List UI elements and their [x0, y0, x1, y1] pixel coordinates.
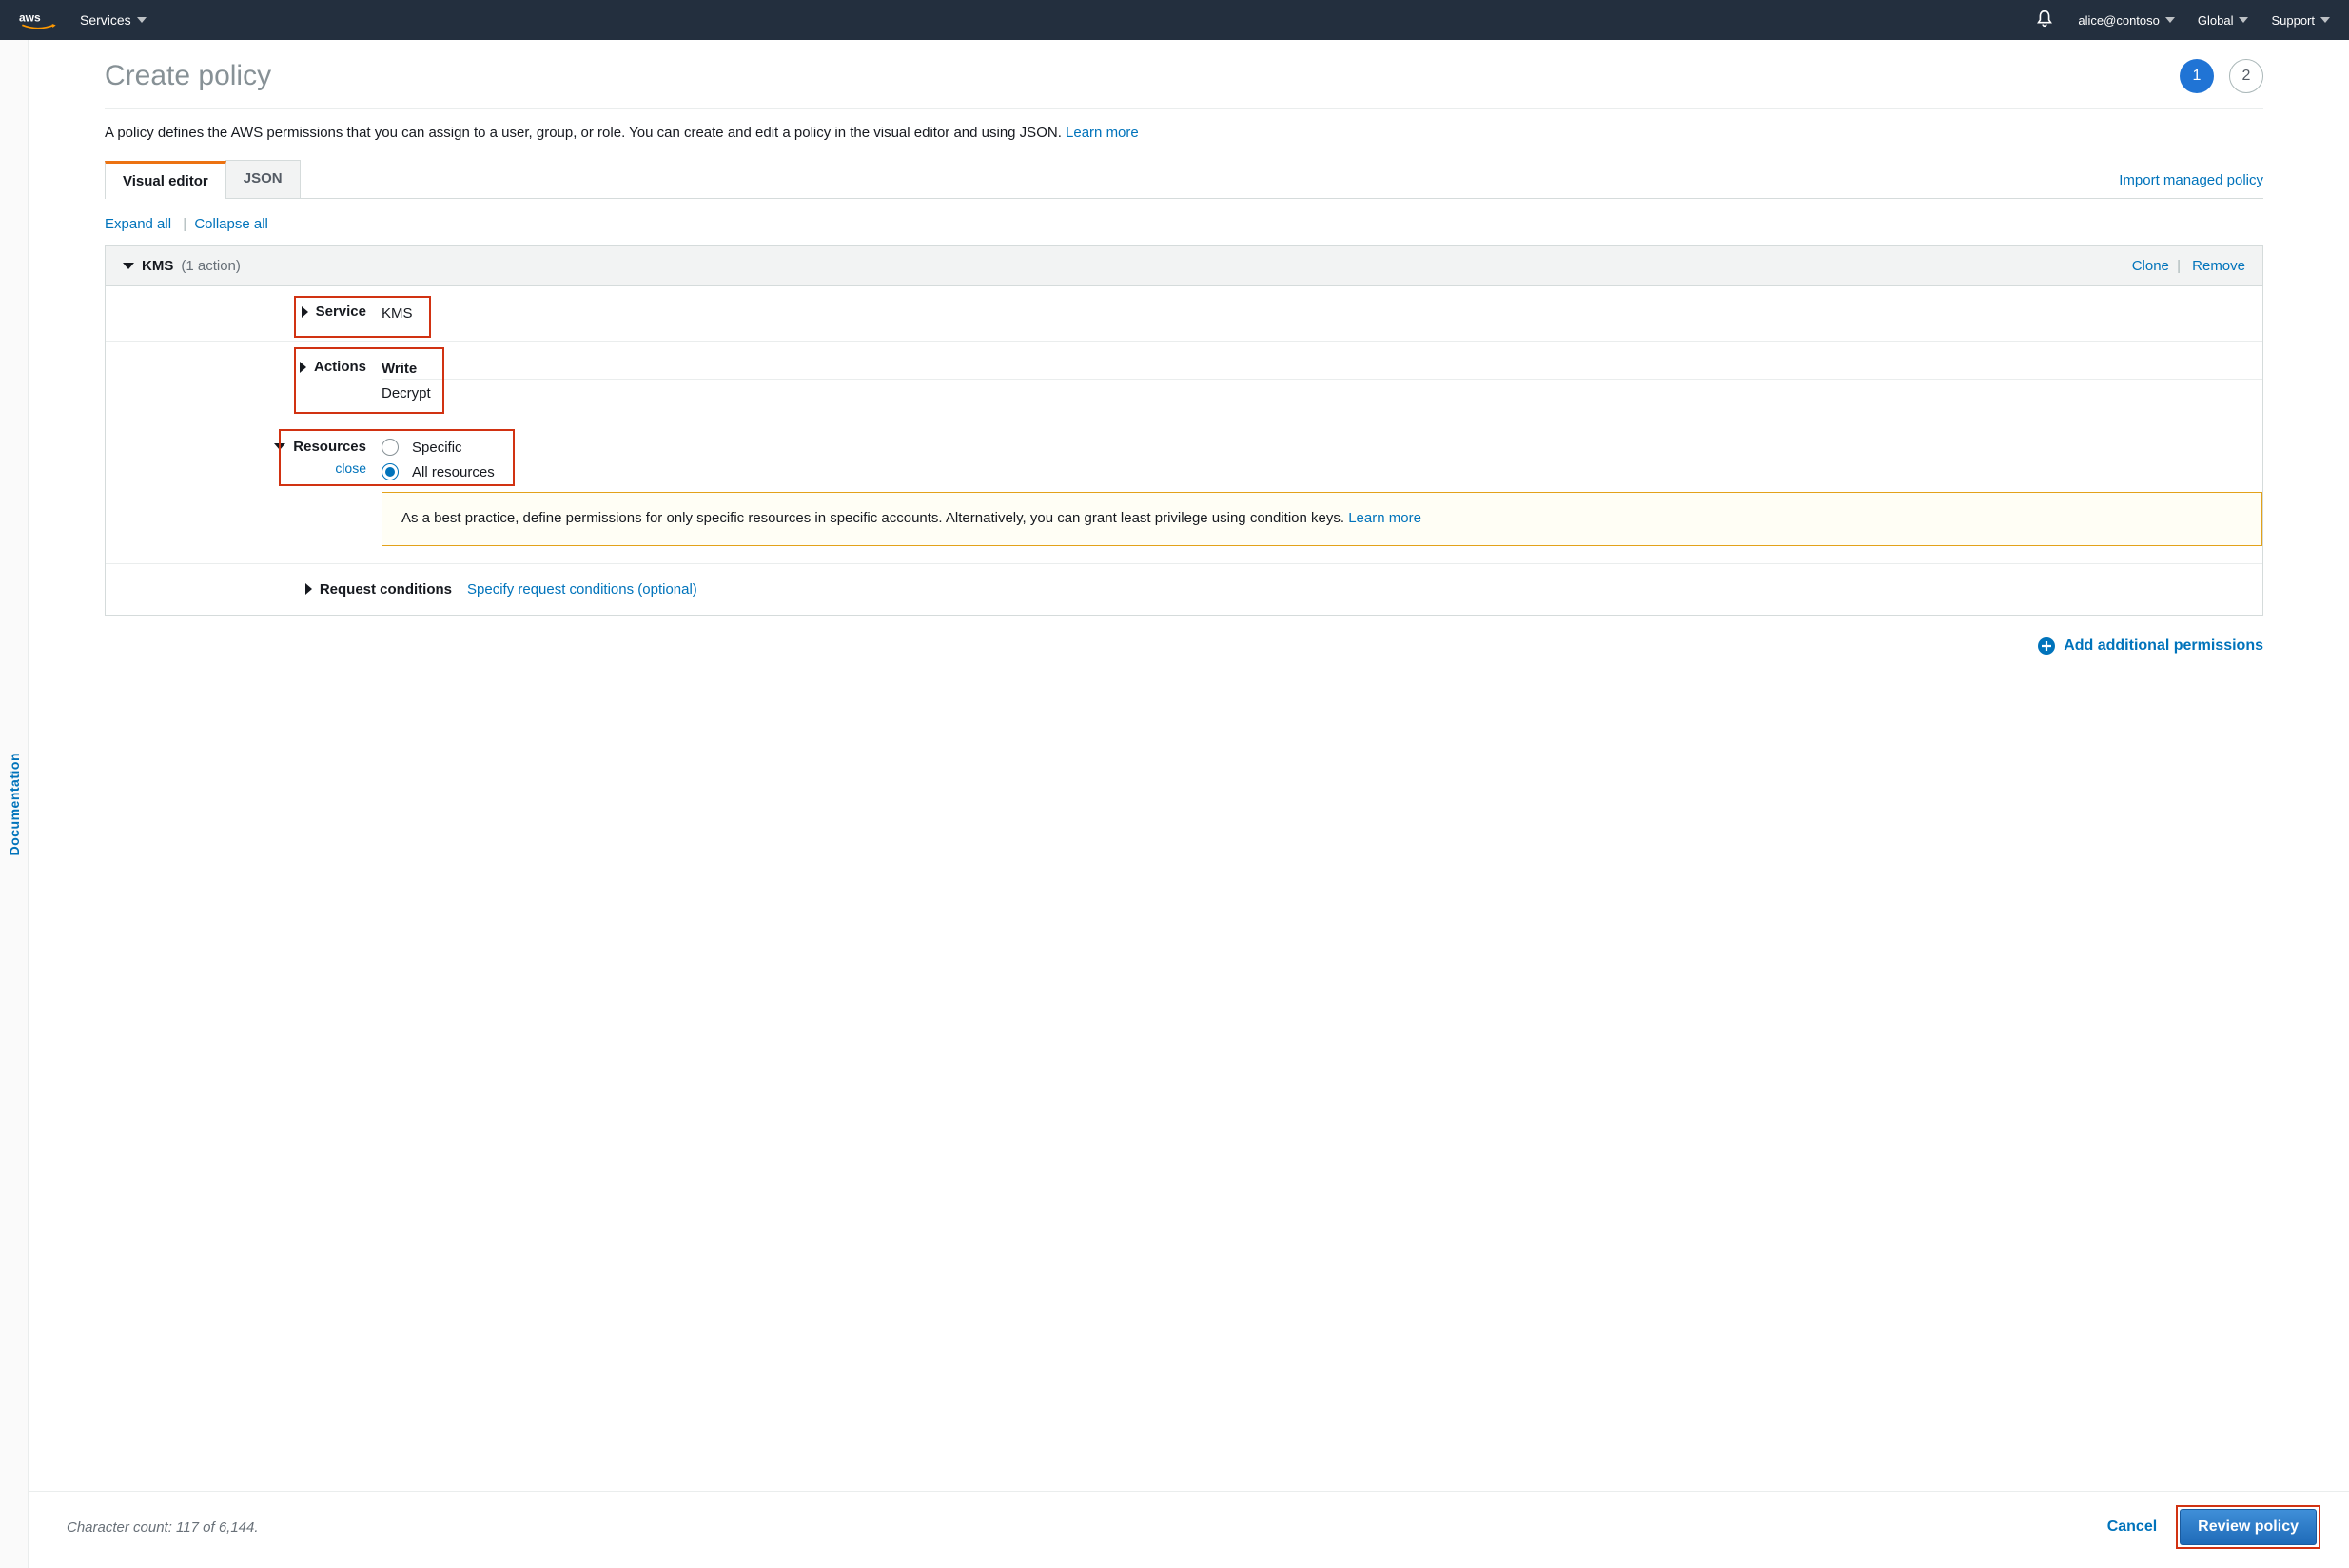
separator: |: [2177, 258, 2181, 274]
radio-all-label: All resources: [412, 464, 495, 480]
actions-category: Write: [382, 359, 2262, 380]
chevron-down-icon: [2320, 17, 2330, 23]
permission-block-header[interactable]: KMS (1 action) Clone | Remove: [106, 246, 2262, 286]
service-label: Service: [316, 304, 366, 320]
conditions-label: Request conditions: [320, 581, 452, 598]
caret-right-icon: [302, 306, 308, 318]
editor-tabs: Visual editor JSON: [105, 160, 300, 198]
tab-json[interactable]: JSON: [225, 160, 301, 198]
radio-specific[interactable]: [382, 439, 399, 456]
learn-more-link[interactable]: Learn more: [1066, 125, 1139, 141]
svg-text:aws: aws: [19, 10, 41, 24]
actions-toggle[interactable]: Actions: [300, 359, 366, 375]
intro-body: A policy defines the AWS permissions tha…: [105, 125, 1066, 141]
plus-circle-icon: [2037, 637, 2056, 656]
documentation-label: Documentation: [7, 753, 22, 855]
support-menu[interactable]: Support: [2271, 13, 2330, 28]
expand-all-link[interactable]: Expand all: [105, 216, 171, 232]
tab-visual-editor[interactable]: Visual editor: [105, 161, 226, 199]
character-count: Character count: 117 of 6,144.: [67, 1519, 259, 1536]
resources-close-link[interactable]: close: [335, 461, 366, 476]
add-permissions-link[interactable]: Add additional permissions: [105, 637, 2263, 656]
actions-item: Decrypt: [382, 383, 2262, 403]
services-menu[interactable]: Services: [80, 12, 147, 28]
aws-logo[interactable]: aws: [19, 9, 57, 31]
service-value: KMS: [382, 304, 2262, 323]
radio-all-row[interactable]: All resources: [382, 463, 2262, 480]
divider: [105, 108, 2263, 109]
chevron-down-icon: [2239, 17, 2248, 23]
actions-label: Actions: [314, 359, 366, 375]
clone-link[interactable]: Clone: [2132, 258, 2169, 274]
caret-right-icon: [305, 583, 312, 595]
resources-toggle[interactable]: Resources: [274, 439, 366, 455]
actions-row: Actions Write Decrypt: [106, 342, 2262, 421]
review-policy-button[interactable]: Review policy: [2180, 1509, 2317, 1545]
support-label: Support: [2271, 13, 2315, 28]
block-action-count: (1 action): [181, 258, 241, 274]
resources-row: Resources close Specific All resou: [106, 421, 2262, 564]
radio-specific-label: Specific: [412, 440, 462, 456]
top-nav: aws Services alice@contoso Global Suppor…: [0, 0, 2349, 40]
footer: Character count: 117 of 6,144. Cancel Re…: [29, 1491, 2349, 1568]
step-1[interactable]: 1: [2180, 59, 2214, 93]
expand-collapse-bar: Expand all | Collapse all: [105, 216, 2263, 232]
services-label: Services: [80, 12, 131, 28]
account-menu[interactable]: alice@contoso: [2078, 13, 2174, 28]
conditions-toggle[interactable]: Request conditions: [305, 581, 452, 598]
service-row: Service KMS: [106, 286, 2262, 342]
chevron-down-icon: [2165, 17, 2175, 23]
step-2[interactable]: 2: [2229, 59, 2263, 93]
radio-all-resources[interactable]: [382, 463, 399, 480]
region-menu[interactable]: Global: [2198, 13, 2249, 28]
caret-down-icon: [274, 443, 285, 450]
add-permissions-label: Add additional permissions: [2064, 637, 2263, 655]
permission-block: KMS (1 action) Clone | Remove: [105, 245, 2263, 616]
conditions-specify-link[interactable]: Specify request conditions (optional): [467, 581, 697, 598]
caret-right-icon: [300, 362, 306, 373]
highlight-box: Review policy: [2176, 1505, 2320, 1549]
import-managed-policy-link[interactable]: Import managed policy: [2119, 172, 2263, 198]
separator: |: [183, 216, 186, 232]
wizard-steps: 1 2: [2180, 59, 2263, 93]
collapse-all-link[interactable]: Collapse all: [194, 216, 268, 232]
warning-text: As a best practice, define permissions f…: [401, 510, 1348, 526]
region-label: Global: [2198, 13, 2234, 28]
conditions-row: Request conditions Specify request condi…: [106, 564, 2262, 615]
intro-text: A policy defines the AWS permissions tha…: [105, 125, 2263, 141]
cancel-button[interactable]: Cancel: [2107, 1519, 2157, 1536]
block-service-name: KMS: [142, 258, 173, 274]
service-toggle[interactable]: Service: [302, 304, 366, 320]
caret-down-icon: [123, 263, 134, 269]
account-label: alice@contoso: [2078, 13, 2159, 28]
page-title: Create policy: [105, 60, 271, 92]
warning-learn-more-link[interactable]: Learn more: [1348, 510, 1421, 526]
notifications-icon[interactable]: [2034, 9, 2055, 32]
documentation-tab[interactable]: Documentation: [0, 40, 29, 1568]
warning-callout: As a best practice, define permissions f…: [382, 492, 2262, 546]
resources-label: Resources: [293, 439, 366, 455]
chevron-down-icon: [137, 17, 147, 23]
remove-link[interactable]: Remove: [2192, 258, 2245, 274]
radio-specific-row[interactable]: Specific: [382, 439, 2262, 456]
